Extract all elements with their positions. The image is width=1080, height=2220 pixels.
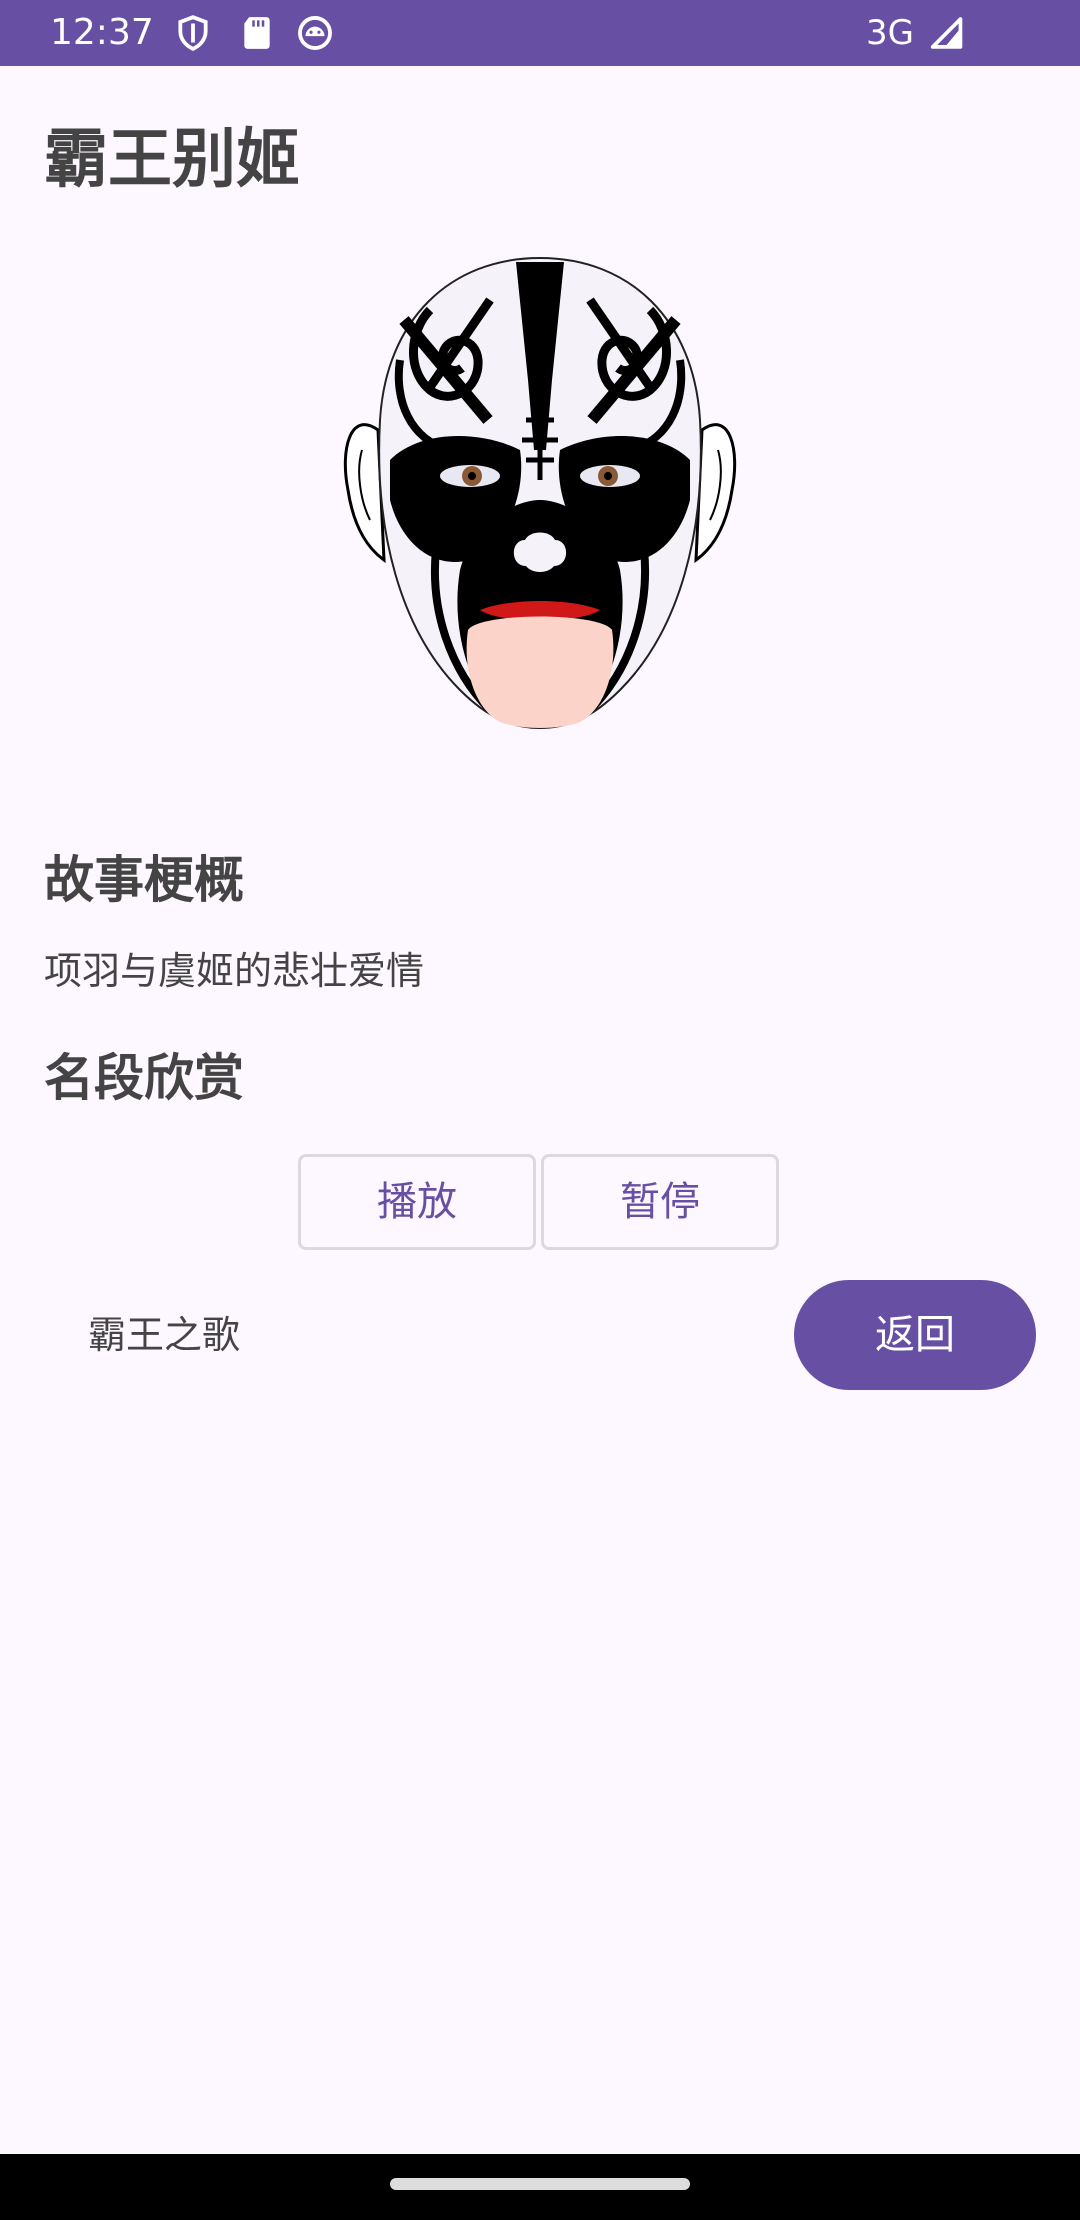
android-face-icon [298, 16, 332, 50]
back-button[interactable]: 返回 [794, 1280, 1036, 1390]
home-gesture-handle[interactable] [390, 2178, 690, 2190]
story-text: 项羽与虞姬的悲壮爱情 [44, 949, 425, 993]
pause-button[interactable]: 暂停 [541, 1154, 779, 1250]
song-name: 霸王之歌 [88, 1313, 241, 1357]
opera-mask-image [343, 256, 737, 730]
page-title: 霸王别姬 [44, 123, 300, 197]
status-time: 12:37 [50, 12, 154, 53]
sd-card-icon [244, 17, 270, 49]
shield-icon [178, 15, 208, 51]
network-type: 3G [866, 13, 914, 53]
story-heading: 故事梗概 [44, 851, 244, 909]
status-bar: 12:37 3G [0, 0, 1080, 66]
signal-icon [930, 17, 963, 49]
excerpt-heading: 名段欣赏 [44, 1049, 244, 1107]
play-button[interactable]: 播放 [298, 1154, 536, 1250]
